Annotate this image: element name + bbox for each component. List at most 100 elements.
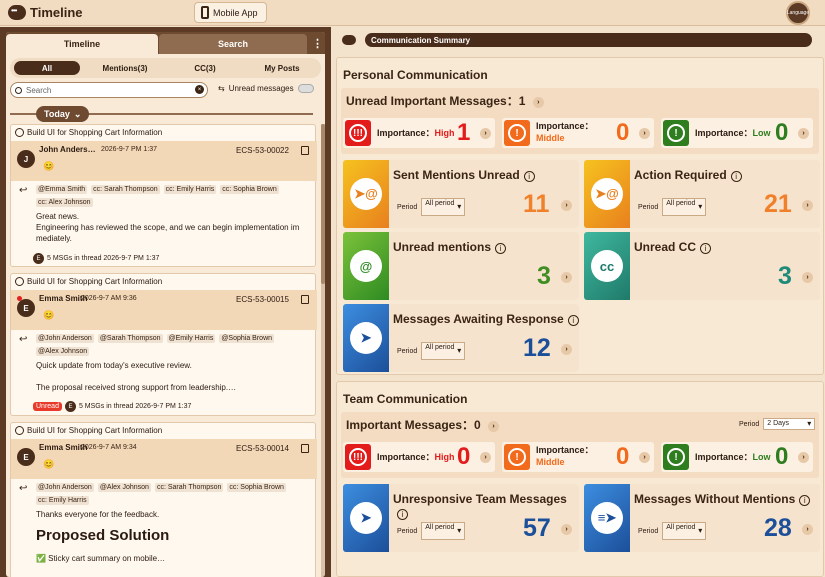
recipient: @Emily Harris bbox=[166, 334, 216, 343]
more-options-icon[interactable]: ⋮ bbox=[312, 37, 323, 50]
reply-icon[interactable]: ↩ bbox=[19, 185, 27, 196]
filter-all[interactable]: All bbox=[14, 61, 80, 75]
chevron-right-icon[interactable]: › bbox=[532, 97, 544, 108]
chevron-right-icon[interactable]: › bbox=[480, 452, 491, 463]
period-select[interactable]: All period bbox=[421, 198, 466, 216]
stat-count: 3 bbox=[778, 262, 792, 290]
scroll-thumb[interactable] bbox=[321, 124, 325, 284]
phone-icon bbox=[201, 6, 209, 19]
recipient: cc: Sophia Brown bbox=[220, 185, 279, 194]
chevron-right-icon[interactable]: › bbox=[639, 452, 650, 463]
stat-count: 57 bbox=[523, 514, 551, 542]
scrollbar[interactable] bbox=[321, 124, 325, 577]
chevron-right-icon[interactable]: › bbox=[639, 128, 650, 139]
paper-plane-icon: ➤ bbox=[343, 484, 389, 552]
tab-search[interactable]: Search bbox=[159, 34, 307, 54]
stat-count: 28 bbox=[764, 514, 792, 542]
filter-mentions[interactable]: Mentions(3) bbox=[90, 61, 160, 75]
chevron-right-icon[interactable]: › bbox=[802, 524, 813, 535]
timestamp: 2026-9-7 AM 9:36 bbox=[81, 295, 137, 302]
message-card[interactable]: Build UI for Shopping Cart Information J… bbox=[10, 124, 317, 267]
period-select[interactable]: All period bbox=[662, 198, 707, 216]
chevron-right-icon[interactable]: › bbox=[480, 128, 491, 139]
team-importance-middle-card[interactable]: ! Importance： Middle 0 › bbox=[502, 442, 654, 472]
unread-mentions-card[interactable]: @ Unread mentions i 3 › bbox=[343, 232, 579, 300]
chevron-right-icon[interactable]: › bbox=[561, 344, 572, 355]
sent-mentions-card[interactable]: ➤@ Sent Mentions Unread i Period All perio… bbox=[343, 160, 579, 228]
team-period-select[interactable]: 2 Days bbox=[763, 418, 816, 430]
awaiting-response-card[interactable]: ➤ Messages Awaiting Response i Period All … bbox=[343, 304, 579, 372]
body-line bbox=[36, 371, 311, 382]
info-icon[interactable]: i bbox=[495, 243, 507, 254]
language-icon[interactable]: Language bbox=[786, 1, 810, 25]
recipient: @Sophia Brown bbox=[219, 334, 275, 343]
unread-cc-icon: cc bbox=[584, 232, 630, 300]
timestamp: 2026-9-7 AM 9:34 bbox=[81, 444, 137, 451]
chevron-right-icon[interactable]: › bbox=[798, 452, 809, 463]
search-input[interactable]: Search × bbox=[10, 82, 208, 98]
filter-cc[interactable]: CC(3) bbox=[170, 61, 240, 75]
period-select[interactable]: All period bbox=[662, 522, 707, 540]
period-select[interactable]: All period bbox=[421, 522, 466, 540]
unread-toggle[interactable]: ⇆ Unread messages bbox=[218, 84, 314, 93]
message-card[interactable]: Build UI for Shopping Cart Information E… bbox=[10, 273, 317, 416]
importance-high-card[interactable]: !!! Importance：High 1 › bbox=[343, 118, 495, 148]
project-name: Build UI for Shopping Cart Information bbox=[27, 426, 163, 435]
importance-low-card[interactable]: ! Importance：Low 0 › bbox=[661, 118, 813, 148]
mobile-app-button[interactable]: Mobile App bbox=[194, 2, 267, 23]
unread-badge: Unread bbox=[33, 402, 62, 411]
info-icon[interactable]: i bbox=[799, 495, 811, 506]
info-icon[interactable]: i bbox=[567, 315, 579, 326]
team-importance-high-card[interactable]: !!! Importance：High 0 › bbox=[343, 442, 495, 472]
reaction-icon[interactable]: 😊 bbox=[43, 161, 54, 172]
message-card[interactable]: Build UI for Shopping Cart Information E… bbox=[10, 422, 317, 577]
recipient-list: @John Anderson @Sarah Thompson @Emily Ha… bbox=[36, 334, 306, 356]
reaction-icon[interactable]: 😊 bbox=[43, 459, 54, 470]
toggle-switch[interactable] bbox=[297, 84, 314, 93]
recipient-list: @John Anderson @Alex Johnson cc: Sarah T… bbox=[36, 483, 306, 505]
chevron-right-icon[interactable]: › bbox=[802, 200, 813, 211]
reply-icon[interactable]: ↩ bbox=[19, 334, 27, 345]
reaction-icon[interactable]: 😊 bbox=[43, 310, 54, 321]
unread-cc-card[interactable]: cc Unread CC i 3 › bbox=[584, 232, 820, 300]
recipient: cc: Sophia Brown bbox=[227, 483, 286, 492]
clear-icon[interactable]: × bbox=[195, 85, 204, 94]
avatar: E bbox=[17, 299, 35, 317]
info-icon[interactable]: i bbox=[523, 171, 535, 182]
recipient: cc: Sarah Thompson bbox=[154, 483, 224, 492]
chevron-right-icon[interactable]: › bbox=[561, 272, 572, 283]
personal-title: Personal Communication bbox=[343, 68, 488, 82]
info-icon[interactable]: i bbox=[700, 243, 712, 254]
today-button[interactable]: Today ⌄ bbox=[36, 106, 90, 122]
period-select[interactable]: All period bbox=[421, 342, 466, 360]
without-mentions-card[interactable]: ≡➤ Messages Without Mentions i Period All … bbox=[584, 484, 820, 552]
chevron-right-icon[interactable]: › bbox=[798, 128, 809, 139]
copy-icon[interactable] bbox=[301, 146, 309, 155]
importance-middle-card[interactable]: ! Importance： Middle 0 › bbox=[502, 118, 654, 148]
team-important-box: Important Messages：0 › Period2 Days !!! … bbox=[341, 412, 819, 478]
important-title: Unread Important Messages：1 › bbox=[346, 92, 544, 109]
stat-count: 11 bbox=[523, 190, 550, 218]
chevron-right-icon[interactable]: › bbox=[561, 524, 572, 535]
chevron-right-icon[interactable]: › bbox=[561, 200, 572, 211]
thread-info[interactable]: Unread E 5 MSGs in thread 2026-9-7 PM 1:… bbox=[33, 401, 191, 412]
copy-icon[interactable] bbox=[301, 444, 309, 453]
action-required-card[interactable]: ➤@ Action Requiredi PeriodAll period 21 … bbox=[584, 160, 820, 228]
copy-icon[interactable] bbox=[301, 295, 309, 304]
tab-timeline[interactable]: Timeline bbox=[6, 34, 158, 54]
info-icon[interactable]: i bbox=[730, 171, 742, 182]
search-icon bbox=[15, 86, 22, 94]
thread-info[interactable]: E 5 MSGs in thread 2026-9-7 PM 1:37 bbox=[33, 253, 159, 264]
chevron-right-icon[interactable]: › bbox=[802, 272, 813, 283]
reply-icon[interactable]: ↩ bbox=[19, 483, 27, 494]
info-icon[interactable]: i bbox=[397, 509, 408, 520]
team-importance-low-card[interactable]: ! Importance：Low 0 › bbox=[661, 442, 813, 472]
message-body: Great news. Engineering has reviewed the… bbox=[36, 211, 311, 244]
filter-my-posts[interactable]: My Posts bbox=[248, 61, 316, 75]
message-id: ECS-53-00022 bbox=[236, 146, 289, 155]
alert-low-icon: ! bbox=[663, 444, 689, 470]
recipient: @Sarah Thompson bbox=[97, 334, 163, 343]
unresponsive-team-card[interactable]: ➤ Unresponsive Team Messagesi Period All … bbox=[343, 484, 579, 552]
today-label: Today bbox=[44, 109, 70, 119]
chevron-right-icon[interactable]: › bbox=[488, 421, 500, 432]
